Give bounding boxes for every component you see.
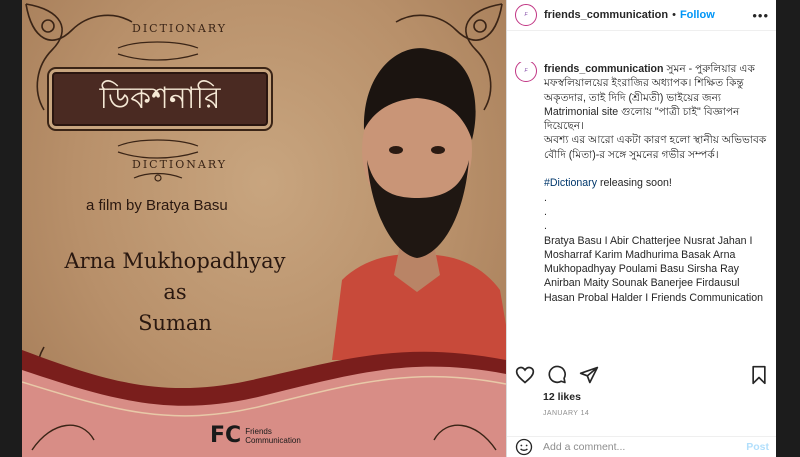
actor-name: Arna Mukhopadhyay xyxy=(64,249,286,273)
avatar-logo-icon: F xyxy=(524,67,528,74)
likes-count[interactable]: 12 likes xyxy=(543,391,581,403)
caption-hashtag-text: releasing soon! xyxy=(597,177,672,190)
post-date[interactable]: JANUARY 14 xyxy=(543,410,589,417)
post-header: F friends_communication • Follow ••• xyxy=(507,0,776,31)
post-image[interactable]: DICTIONARY ডিকশনারি DICTIONARY a film by… xyxy=(22,0,506,457)
action-bar xyxy=(515,364,769,386)
hashtag-link[interactable]: #Dictionary xyxy=(544,177,597,189)
post-sidebar: F friends_communication • Follow ••• F f… xyxy=(506,0,776,457)
dictionary-label-top: DICTIONARY xyxy=(132,22,228,35)
bookmark-icon[interactable] xyxy=(749,365,769,385)
caption-dot: . xyxy=(544,220,547,233)
comment-input[interactable]: Add a comment... xyxy=(543,441,746,453)
film-title-plaque: ডিকশনারি xyxy=(52,72,268,126)
film-credit: a film by Bratya Basu xyxy=(86,197,228,214)
caption-body: friends_communication সুমন - পুরুলিয়ার … xyxy=(544,62,769,305)
caption-text-2: অবশ্য এর আরো একটা কারণ হলো স্থানীয় অভিভ… xyxy=(544,134,767,161)
instagram-post-modal: DICTIONARY ডিকশনারি DICTIONARY a film by… xyxy=(22,0,776,457)
follow-button[interactable]: Follow xyxy=(680,9,715,21)
comment-icon[interactable] xyxy=(547,365,567,385)
avatar-logo-icon: F xyxy=(524,12,528,18)
post-comment-button[interactable]: Post xyxy=(746,441,769,453)
logo-line-2: Communication xyxy=(245,435,301,445)
separator-dot: • xyxy=(672,9,676,21)
logo-line-1: Friends xyxy=(245,426,272,436)
caption: F friends_communication সুমন - পুরুলিয়া… xyxy=(515,62,769,354)
caption-username[interactable]: friends_communication xyxy=(544,63,664,75)
caption-avatar[interactable]: F xyxy=(515,62,537,82)
film-title: ডিকশনারি xyxy=(99,80,221,116)
logo-text: Friends Communication xyxy=(245,427,301,445)
logo-mark: FC xyxy=(210,423,242,448)
heart-icon[interactable] xyxy=(515,365,535,385)
avatar[interactable]: F xyxy=(515,4,537,26)
more-options-icon[interactable]: ••• xyxy=(752,8,769,23)
caption-dot: . xyxy=(544,205,547,218)
caption-credits: Bratya Basu I Abir Chatterjee Nusrat Jah… xyxy=(544,234,764,304)
send-icon[interactable] xyxy=(579,365,599,385)
header-username[interactable]: friends_communication xyxy=(544,9,668,21)
dictionary-label-bottom: DICTIONARY xyxy=(132,158,228,171)
production-logo: FC Friends Communication xyxy=(210,423,301,448)
smiley-icon[interactable] xyxy=(515,438,533,456)
caption-dot: . xyxy=(544,191,547,204)
comment-bar: Add a comment... Post xyxy=(507,436,776,457)
